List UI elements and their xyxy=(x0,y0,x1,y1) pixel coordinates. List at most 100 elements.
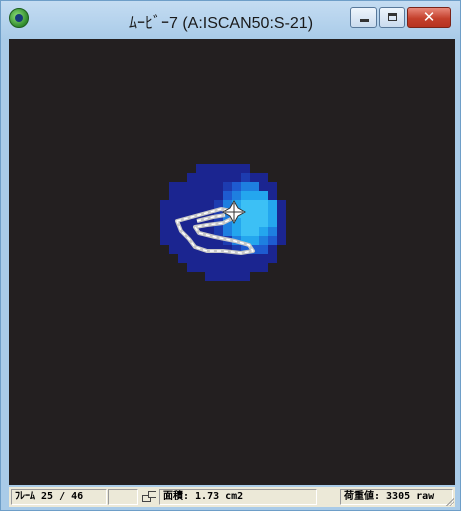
heatmap-pixel xyxy=(160,218,169,227)
heatmap-pixel xyxy=(250,218,259,227)
heatmap-pixel xyxy=(241,254,250,263)
heatmap-pixel xyxy=(250,263,259,272)
heatmap-pixel xyxy=(268,254,277,263)
heatmap-pixel xyxy=(205,191,214,200)
heatmap-pixel xyxy=(232,227,241,236)
heatmap-pixel xyxy=(169,236,178,245)
close-icon: ✕ xyxy=(422,8,436,26)
heatmap-pixel xyxy=(196,191,205,200)
heatmap-pixel xyxy=(241,182,250,191)
heatmap-pixel xyxy=(178,182,187,191)
heatmap-pixel xyxy=(241,164,250,173)
heatmap-pixel xyxy=(259,236,268,245)
heatmap-pixel xyxy=(250,209,259,218)
heatmap-pixel xyxy=(232,254,241,263)
heatmap-pixel xyxy=(250,173,259,182)
scan-image xyxy=(160,164,286,281)
movie-window: ﾑｰﾋﾞｰ7 (A:ISCAN50:S-21) ✕ ﾌﾚｰﾑ 25 / 46 面… xyxy=(0,0,461,511)
heatmap-pixel xyxy=(277,200,286,209)
minimize-button[interactable] xyxy=(350,7,377,28)
heatmap-pixel xyxy=(250,236,259,245)
heatmap-pixel xyxy=(205,200,214,209)
heatmap-pixel xyxy=(259,209,268,218)
heatmap-pixel xyxy=(223,263,232,272)
heatmap-pixel xyxy=(196,173,205,182)
heatmap-pixel xyxy=(241,263,250,272)
heatmap-pixel xyxy=(196,200,205,209)
heatmap-pixel xyxy=(223,173,232,182)
heatmap-pixel xyxy=(205,263,214,272)
heatmap-pixel xyxy=(259,254,268,263)
heatmap-pixel xyxy=(223,182,232,191)
close-button[interactable]: ✕ xyxy=(407,7,451,28)
heatmap-pixel xyxy=(250,191,259,200)
heatmap-pixel xyxy=(268,191,277,200)
heatmap-pixel xyxy=(214,263,223,272)
heatmap-pixel xyxy=(241,227,250,236)
heatmap-pixel xyxy=(232,164,241,173)
heatmap-pixel xyxy=(160,236,169,245)
heatmap-pixel xyxy=(214,173,223,182)
heatmap-pixel xyxy=(259,200,268,209)
heatmap-pixel xyxy=(250,227,259,236)
heatmap-pixel xyxy=(187,254,196,263)
heatmap-pixel xyxy=(169,200,178,209)
heatmap-pixel xyxy=(187,173,196,182)
heatmap-pixel xyxy=(169,227,178,236)
heatmap-pixel xyxy=(214,272,223,281)
heatmap-pixel xyxy=(178,254,187,263)
heatmap-pixel xyxy=(196,164,205,173)
heatmap-pixel xyxy=(178,200,187,209)
heatmap-pixel xyxy=(160,227,169,236)
heatmap-pixel xyxy=(241,173,250,182)
heatmap-pixel xyxy=(223,191,232,200)
heatmap-pixel xyxy=(196,182,205,191)
heatmap-pixel xyxy=(232,182,241,191)
heatmap-pixel xyxy=(169,182,178,191)
heatmap-pixel xyxy=(259,263,268,272)
heatmap-pixel xyxy=(259,191,268,200)
heatmap-pixel xyxy=(268,218,277,227)
heatmap-pixel xyxy=(169,245,178,254)
layers-button[interactable] xyxy=(140,489,156,505)
heatmap-pixel xyxy=(187,182,196,191)
heatmap-pixel xyxy=(259,173,268,182)
heatmap-pixel xyxy=(223,254,232,263)
heatmap-pixel xyxy=(205,182,214,191)
heatmap-pixel xyxy=(250,254,259,263)
heatmap-pixel xyxy=(268,245,277,254)
heatmap-pixel xyxy=(169,209,178,218)
heatmap-pixel xyxy=(259,245,268,254)
status-blank-panel xyxy=(108,489,138,505)
image-canvas[interactable] xyxy=(9,39,455,485)
title-bar[interactable]: ﾑｰﾋﾞｰ7 (A:ISCAN50:S-21) ✕ xyxy=(1,1,460,39)
heatmap-pixel xyxy=(223,227,232,236)
status-bar: ﾌﾚｰﾑ 25 / 46 面積: 1.73 cm2 荷重値: 3305 raw xyxy=(9,487,455,507)
heatmap-pixel xyxy=(268,227,277,236)
heatmap-pixel xyxy=(214,182,223,191)
heatmap-pixel xyxy=(178,245,187,254)
heatmap-pixel xyxy=(196,254,205,263)
heatmap-pixel xyxy=(250,182,259,191)
heatmap-pixel xyxy=(196,236,205,245)
maximize-icon xyxy=(388,13,397,21)
heatmap-pixel xyxy=(232,272,241,281)
heatmap-pixel xyxy=(187,263,196,272)
heatmap-pixel xyxy=(259,182,268,191)
heatmap-pixel xyxy=(277,209,286,218)
heatmap-pixel xyxy=(205,254,214,263)
heatmap-pixel xyxy=(160,200,169,209)
intensity-readout: 荷重値: 3305 raw xyxy=(340,489,453,505)
heatmap-pixel xyxy=(187,191,196,200)
heatmap-pixel xyxy=(178,191,187,200)
maximize-button[interactable] xyxy=(379,7,405,28)
heatmap-pixel xyxy=(187,200,196,209)
area-readout: 面積: 1.73 cm2 xyxy=(159,489,317,505)
heatmap-pixel xyxy=(160,209,169,218)
heatmap-pixel xyxy=(196,263,205,272)
heatmap-pixel xyxy=(268,200,277,209)
heatmap-pixel xyxy=(223,272,232,281)
heatmap-pixel xyxy=(241,200,250,209)
resize-grip-icon[interactable] xyxy=(444,496,454,506)
heatmap-pixel xyxy=(250,200,259,209)
